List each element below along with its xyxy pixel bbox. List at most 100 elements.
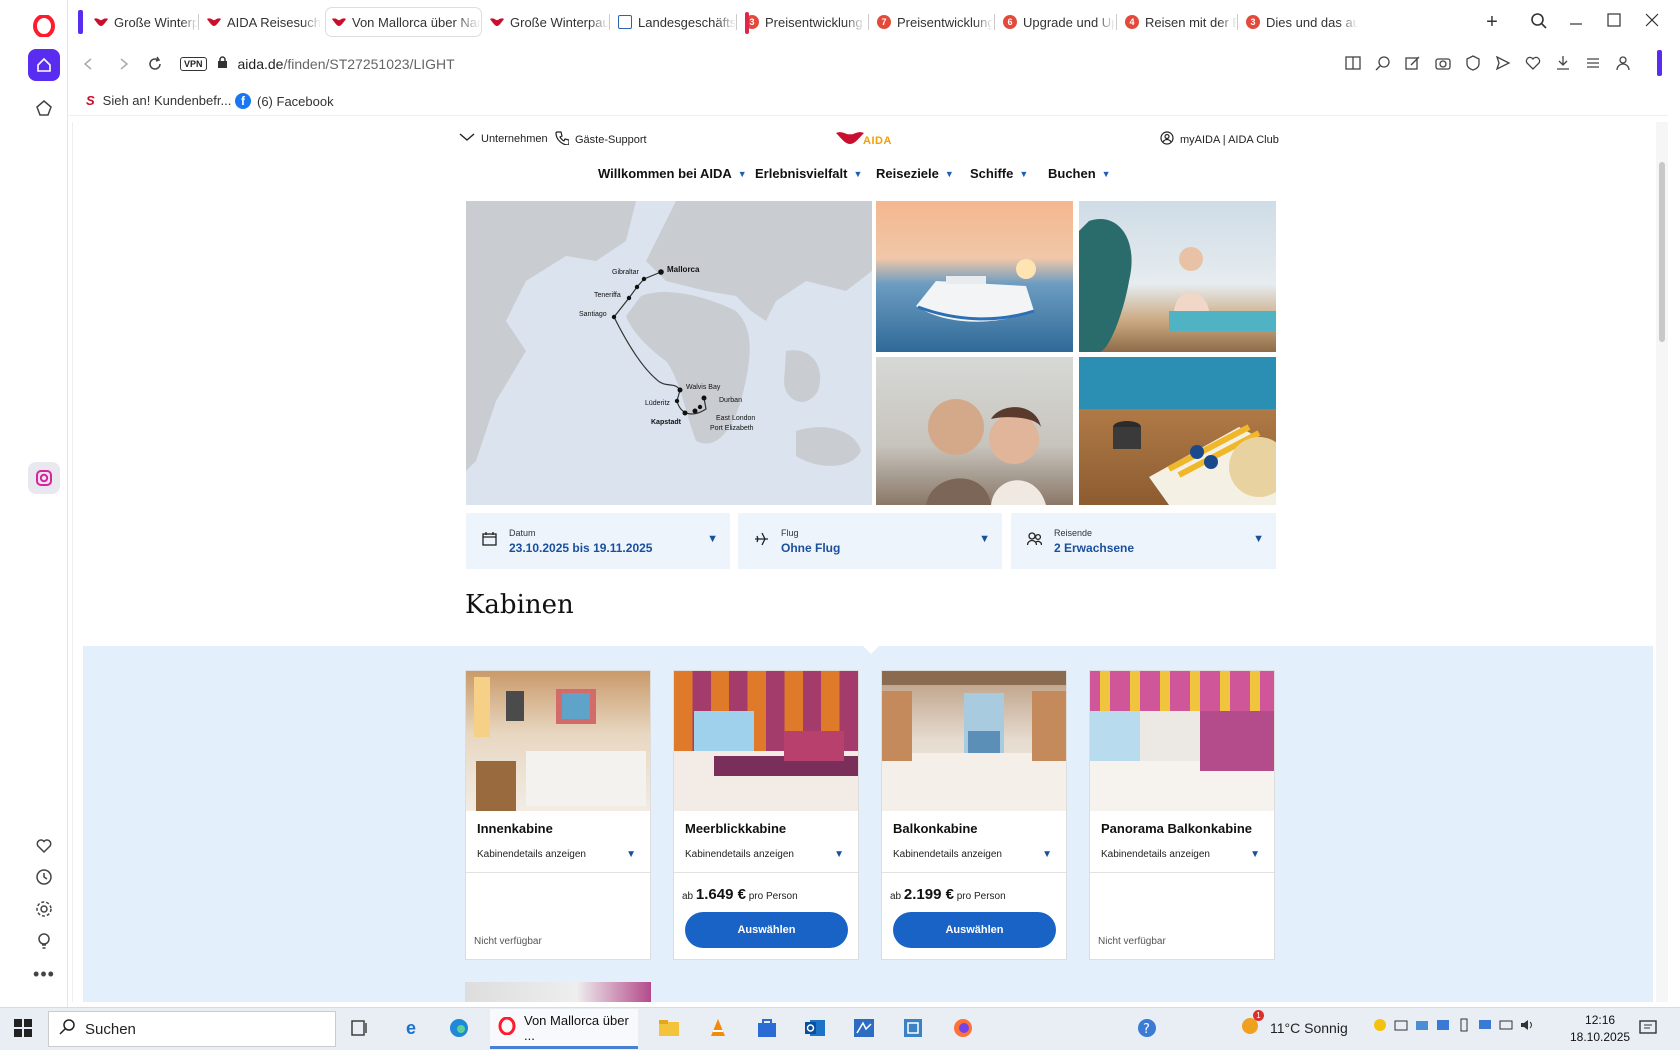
defender-icon[interactable] bbox=[1436, 1018, 1450, 1037]
address-bar[interactable]: VPN aida.de/finden/ST27251023/LIGHT bbox=[180, 53, 455, 75]
account-link[interactable]: myAIDA | AIDA Club bbox=[1160, 131, 1279, 148]
opera-logo-icon[interactable] bbox=[26, 8, 62, 44]
select-cabin-button[interactable]: Auswählen bbox=[893, 912, 1056, 948]
cabin-card-next[interactable] bbox=[465, 982, 651, 1002]
chevron-down-icon[interactable]: ▼ bbox=[626, 849, 636, 860]
close-window-icon[interactable] bbox=[1644, 12, 1660, 33]
norton-icon[interactable] bbox=[1373, 1018, 1387, 1037]
send-icon[interactable] bbox=[1495, 55, 1511, 76]
home-icon[interactable] bbox=[28, 49, 60, 81]
maximize-icon[interactable] bbox=[1606, 12, 1622, 33]
cloud-icon[interactable] bbox=[1415, 1018, 1429, 1037]
easy-setup-icon[interactable] bbox=[1585, 55, 1601, 76]
cabin-details-link[interactable]: Kabinendetails anzeigen bbox=[893, 849, 1002, 860]
display-icon[interactable] bbox=[1478, 1018, 1492, 1037]
camera-icon[interactable] bbox=[1435, 55, 1451, 76]
adblock-icon[interactable] bbox=[1465, 55, 1481, 76]
yoga-photo[interactable] bbox=[1079, 201, 1276, 352]
network-icon[interactable] bbox=[1499, 1018, 1513, 1037]
bookmark-facebook[interactable]: f (6) Facebook bbox=[235, 93, 334, 109]
usb-icon[interactable] bbox=[1457, 1018, 1471, 1037]
store-icon[interactable] bbox=[752, 1013, 782, 1043]
forward-icon[interactable] bbox=[112, 52, 136, 76]
travellers-filter[interactable]: Reisende 2 Erwachsene ▼ bbox=[1011, 513, 1276, 569]
tab-3[interactable]: Große Winterpause bbox=[484, 8, 609, 36]
meet-icon[interactable] bbox=[1394, 1018, 1408, 1037]
tab-4[interactable]: Landesgeschäftsste bbox=[612, 8, 736, 36]
lightbulb-icon[interactable] bbox=[26, 923, 62, 959]
pinboard-icon[interactable] bbox=[26, 90, 62, 126]
cabin-details-link[interactable]: Kabinendetails anzeigen bbox=[1101, 849, 1210, 860]
chevron-down-icon[interactable]: ▼ bbox=[834, 849, 844, 860]
reader-icon[interactable] bbox=[1345, 55, 1361, 76]
app-icon[interactable] bbox=[849, 1013, 879, 1043]
edge-icon[interactable] bbox=[444, 1013, 474, 1043]
support-link[interactable]: Gäste-Support bbox=[555, 131, 647, 148]
bookmark-sieh-an[interactable]: S Sieh an! Kundenbefr... bbox=[86, 93, 231, 108]
flight-filter[interactable]: Flug Ohne Flug ▼ bbox=[738, 513, 1002, 569]
internet-explorer-icon[interactable]: e bbox=[396, 1013, 426, 1043]
couple-photo[interactable] bbox=[876, 357, 1073, 505]
vlc-icon[interactable] bbox=[703, 1013, 733, 1043]
minimize-icon[interactable] bbox=[1568, 12, 1584, 33]
vpn-badge[interactable]: VPN bbox=[180, 57, 207, 71]
cabin-photo[interactable] bbox=[466, 671, 650, 811]
chevron-down-icon[interactable]: ▼ bbox=[1250, 849, 1260, 860]
tab-5[interactable]: 3 Preisentwicklung A bbox=[739, 8, 865, 36]
outlook-icon[interactable] bbox=[800, 1013, 830, 1043]
taskbar-search[interactable]: Suchen bbox=[48, 1011, 336, 1047]
edit-icon[interactable] bbox=[1405, 55, 1421, 76]
cabin-card-balkonkabine[interactable]: Balkonkabine Kabinendetails anzeigen ▼ a… bbox=[881, 670, 1067, 960]
menu-reiseziele[interactable]: Reiseziele ▼ bbox=[876, 166, 954, 181]
volume-icon[interactable] bbox=[1520, 1018, 1534, 1037]
back-icon[interactable] bbox=[76, 52, 100, 76]
tab-1[interactable]: AIDA Reisesuche – bbox=[201, 8, 321, 36]
notifications-icon[interactable] bbox=[1633, 1013, 1663, 1043]
cabin-card-panorama-balkonkabine[interactable]: Panorama Balkonkabine Kabinendetails anz… bbox=[1089, 670, 1275, 960]
aida-logo[interactable]: AIDA bbox=[835, 129, 892, 147]
task-view-icon[interactable] bbox=[345, 1013, 375, 1043]
instagram-icon[interactable] bbox=[28, 462, 60, 494]
tab-0[interactable]: Große Winterpause bbox=[88, 8, 198, 36]
cabin-card-meerblickkabine[interactable]: Meerblickkabine Kabinendetails anzeigen … bbox=[673, 670, 859, 960]
profile-icon[interactable] bbox=[1615, 55, 1631, 76]
cabin-photo[interactable] bbox=[882, 671, 1066, 811]
reload-icon[interactable] bbox=[143, 52, 167, 76]
deck-photo[interactable] bbox=[1079, 357, 1276, 505]
tab-7[interactable]: 6 Upgrade und Upse bbox=[997, 8, 1115, 36]
menu-schiffe[interactable]: Schiffe ▼ bbox=[970, 166, 1028, 181]
weather-widget[interactable]: 1 11°C Sonnig bbox=[1240, 1010, 1348, 1039]
menu-erlebnisvielfalt[interactable]: Erlebnisvielfalt ▼ bbox=[755, 166, 862, 181]
help-icon[interactable]: ? bbox=[1132, 1013, 1162, 1043]
date-filter[interactable]: Datum 23.10.2025 bis 19.11.2025 ▼ bbox=[466, 513, 730, 569]
file-explorer-icon[interactable] bbox=[654, 1013, 684, 1043]
tab-8[interactable]: 4 Reisen mit der Bah bbox=[1119, 8, 1237, 36]
cabin-card-innenkabine[interactable]: Innenkabine Kabinendetails anzeigen ▼ Ni… bbox=[465, 670, 651, 960]
tab-6[interactable]: 7 Preisentwicklung A bbox=[871, 8, 993, 36]
tab-9[interactable]: 3 Dies und das aus d bbox=[1240, 8, 1358, 36]
history-icon[interactable] bbox=[26, 859, 62, 895]
taskbar-opera-window[interactable]: Von Mallorca über ... bbox=[490, 1009, 638, 1049]
new-tab-button[interactable]: + bbox=[1480, 10, 1504, 34]
route-map[interactable]: Mallorca Gibraltar Teneriffa Santiago Wa… bbox=[466, 201, 872, 505]
menu-buchen[interactable]: Buchen ▼ bbox=[1048, 166, 1111, 181]
select-cabin-button[interactable]: Auswählen bbox=[685, 912, 848, 948]
more-icon[interactable]: ••• bbox=[26, 956, 62, 992]
windows-start-icon[interactable] bbox=[8, 1013, 38, 1043]
menu-willkommen[interactable]: Willkommen bei AIDA ▼ bbox=[598, 166, 747, 181]
cabin-photo[interactable] bbox=[674, 671, 858, 811]
tab-2[interactable]: Von Mallorca über Namib bbox=[326, 8, 481, 36]
network-app-icon[interactable] bbox=[898, 1013, 928, 1043]
scrollbar-thumb[interactable] bbox=[1659, 162, 1665, 342]
cabin-details-link[interactable]: Kabinendetails anzeigen bbox=[685, 849, 794, 860]
page-scrollbar[interactable] bbox=[1656, 122, 1668, 1002]
company-link[interactable]: Unternehmen bbox=[459, 132, 548, 145]
cabin-details-link[interactable]: Kabinendetails anzeigen bbox=[477, 849, 586, 860]
settings-icon[interactable] bbox=[26, 891, 62, 927]
firefox-icon[interactable] bbox=[948, 1013, 978, 1043]
sidebar-toggle[interactable] bbox=[1657, 50, 1662, 76]
download-icon[interactable] bbox=[1555, 55, 1571, 76]
cabin-photo[interactable] bbox=[1090, 671, 1274, 811]
lock-icon[interactable] bbox=[217, 56, 228, 72]
chevron-down-icon[interactable]: ▼ bbox=[1042, 849, 1052, 860]
